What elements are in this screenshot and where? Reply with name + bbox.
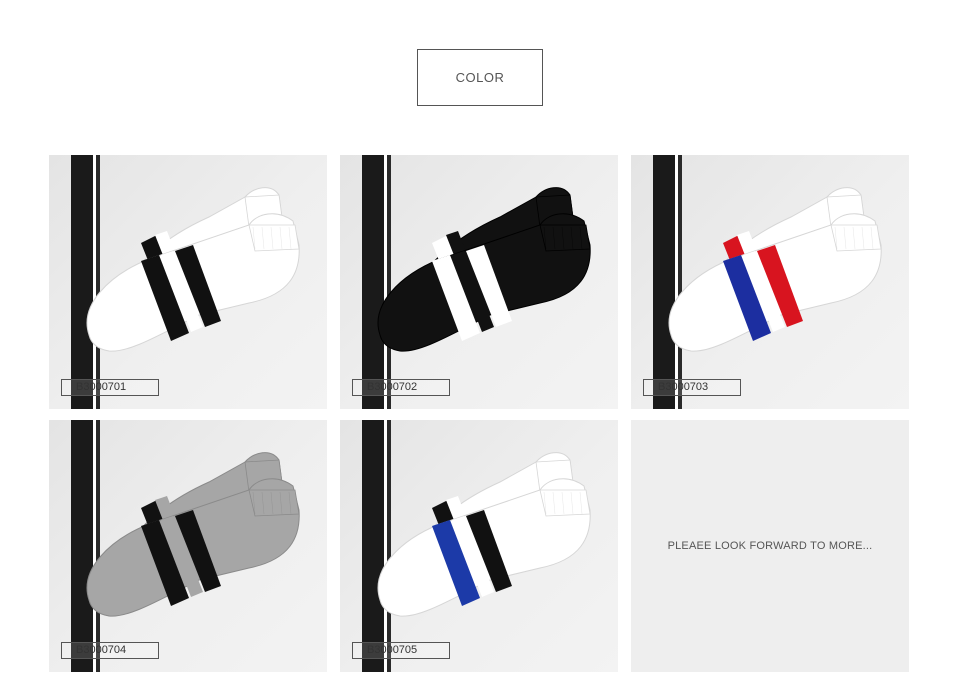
sock-image (362, 155, 591, 409)
product-code: B3000705 (352, 642, 450, 659)
product-tile[interactable]: B3000705 (340, 420, 618, 672)
sock-image (71, 155, 300, 409)
product-tile[interactable]: B3000704 (49, 420, 327, 672)
product-code: B3000704 (61, 642, 159, 659)
product-tile[interactable]: B3000703 (631, 155, 909, 409)
product-code: B3000702 (352, 379, 450, 396)
product-tile[interactable]: B3000701 (49, 155, 327, 409)
product-tile[interactable]: B3000702 (340, 155, 618, 409)
product-code: B3000703 (643, 379, 741, 396)
sock-image (653, 155, 882, 409)
sock-image (362, 420, 591, 672)
product-code: B3000701 (61, 379, 159, 396)
section-title-text: COLOR (455, 70, 505, 85)
more-coming-text: PLEAEE LOOK FORWARD TO MORE... (667, 540, 873, 552)
more-coming-tile: PLEAEE LOOK FORWARD TO MORE... (631, 420, 909, 672)
section-title: COLOR (417, 49, 543, 106)
sock-image (71, 420, 300, 672)
